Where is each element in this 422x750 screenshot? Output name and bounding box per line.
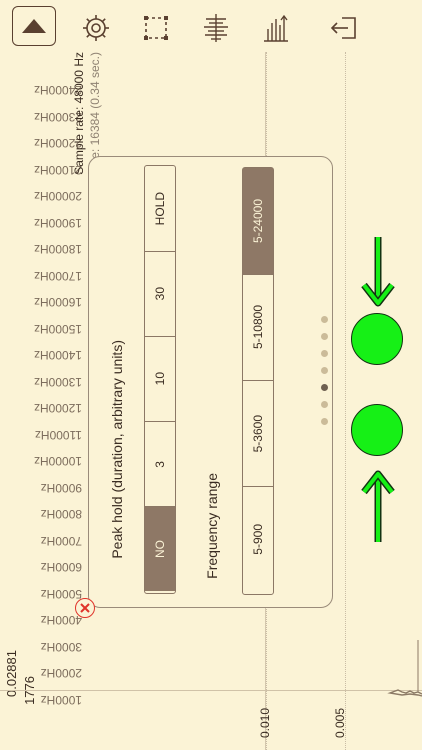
selection-button[interactable]: [134, 6, 178, 50]
freq-range-option[interactable]: 5-900: [243, 486, 273, 592]
gear-icon: [83, 15, 109, 41]
spectrum-trace: [387, 640, 422, 697]
page-dot[interactable]: [321, 418, 328, 425]
zoom-handle-bottom[interactable]: [351, 404, 403, 456]
close-button[interactable]: [75, 598, 95, 618]
toolbar: [0, 0, 422, 52]
peak-hold-option-label: HOLD: [153, 191, 167, 226]
collapse-button[interactable]: [12, 6, 56, 46]
peak-hold-option[interactable]: 10: [145, 336, 175, 421]
cursor-line: [0, 690, 422, 691]
page-dot[interactable]: [321, 384, 328, 391]
peak-hold-option[interactable]: 30: [145, 251, 175, 336]
freq-range-label: Frequency range: [204, 473, 220, 579]
freq-label: 6000Hz: [40, 560, 82, 574]
freq-label: 10000Hz: [33, 454, 82, 468]
close-icon: [80, 603, 90, 613]
page-dot[interactable]: [321, 316, 328, 323]
peak-hold-option-label: NO: [153, 540, 167, 558]
dashed-square-icon: [144, 16, 168, 40]
freq-label: 18000Hz: [33, 242, 82, 256]
freq-label: 9000Hz: [40, 480, 82, 495]
freq-range-option[interactable]: 5-10800: [243, 274, 273, 380]
amp-label-0005: 0.005: [333, 708, 347, 739]
triangle-up-icon: [22, 19, 46, 33]
arrow-down-icon: [361, 237, 395, 307]
freq-label: 19000Hz: [33, 215, 82, 230]
freq-label: 14000Hz: [33, 348, 82, 362]
gridline-0005: [345, 52, 346, 750]
peak-hold-option[interactable]: 3: [145, 421, 175, 506]
sample-rate-text: Sample rate: 48000 Hz: [72, 52, 86, 175]
spectrum-button[interactable]: [254, 6, 298, 50]
page-dot[interactable]: [321, 333, 328, 340]
spectrum-bars-icon: [264, 14, 288, 42]
freq-label: 23000Hz: [33, 109, 82, 124]
zoom-handle-top[interactable]: [351, 313, 403, 365]
freq-label: 20000Hz: [33, 189, 82, 203]
freq-label: 4000Hz: [40, 613, 82, 627]
freq-label: 22000Hz: [33, 136, 82, 150]
page-dot[interactable]: [321, 367, 328, 374]
freq-label: 8000Hz: [40, 507, 82, 521]
exit-arrow-icon: [330, 17, 356, 39]
freq-label: 5000Hz: [40, 586, 82, 601]
freq-range-option-label: 5-10800: [251, 305, 265, 350]
freq-label: 17000Hz: [33, 268, 82, 283]
freq-label: 24000Hz: [33, 83, 82, 97]
peak-hold-option-label: 3: [153, 460, 167, 468]
peak-hold-option-label: 10: [153, 372, 167, 386]
exit-button[interactable]: [322, 6, 366, 50]
amp-label-0010: 0.010: [258, 708, 272, 739]
peak-hold-option[interactable]: NO: [145, 506, 175, 591]
freq-label: 11000Hz: [34, 427, 82, 442]
freq-label: 15000Hz: [33, 321, 82, 336]
arrow-up-icon: [361, 470, 395, 542]
peak-hold-label: Peak hold (duration, arbitrary units): [109, 340, 125, 559]
waveform-button[interactable]: [194, 6, 238, 50]
freq-range-segmented: 5-900 5-3600 5-10800 5-24000: [242, 167, 274, 595]
peak-hold-option-label: 30: [153, 287, 167, 301]
page-dot[interactable]: [321, 401, 328, 408]
freq-range-option-label: 5-3600: [251, 414, 265, 453]
freq-label: 16000Hz: [33, 295, 82, 309]
peak-hold-segmented: NO 3 10 30 HOLD: [144, 165, 176, 594]
peak-hold-option[interactable]: HOLD: [145, 166, 175, 251]
freq-label: 12000Hz: [33, 401, 82, 415]
freq-range-option-label: 5-900: [251, 524, 265, 555]
freq-range-option-label: 5-24000: [251, 198, 265, 244]
settings-popup: Peak hold (duration, arbitrary units) NO…: [88, 156, 333, 608]
page-dot[interactable]: [321, 350, 328, 357]
settings-button[interactable]: [74, 6, 118, 50]
freq-label: 13000Hz: [33, 374, 82, 389]
waveform-icon: [204, 14, 228, 42]
freq-range-option[interactable]: 5-3600: [243, 380, 273, 486]
freq-range-option[interactable]: 5-24000: [243, 168, 273, 274]
freq-label: 21000Hz: [33, 162, 82, 177]
freq-label: 7000Hz: [40, 533, 82, 548]
